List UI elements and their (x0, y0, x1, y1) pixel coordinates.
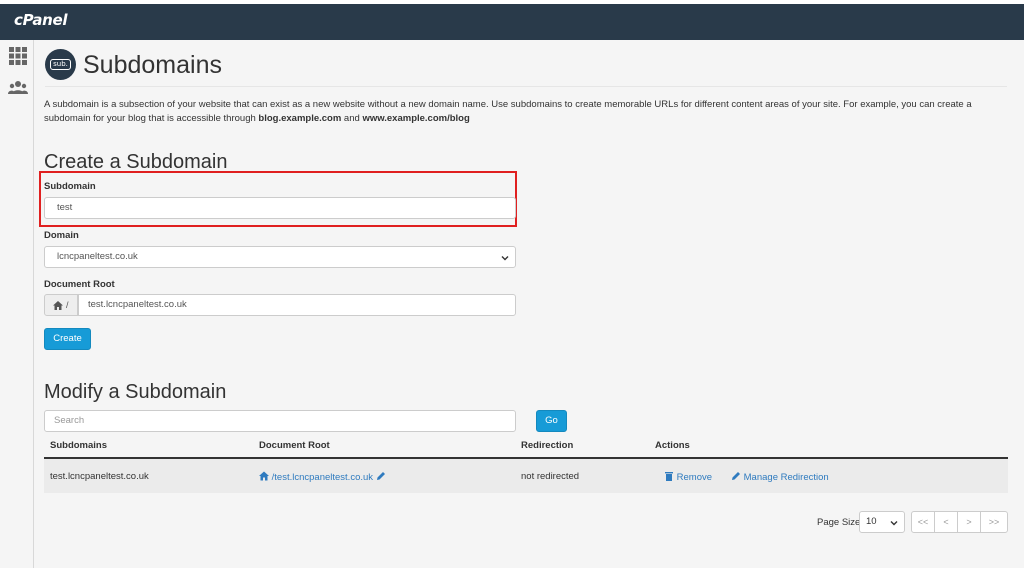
page-size-label: Page Size (817, 517, 861, 528)
search-input[interactable]: Search (44, 410, 516, 432)
manage-redirection-link-text: Manage Redirection (743, 472, 829, 483)
pencil-icon (731, 471, 741, 481)
first-page-button[interactable]: << (911, 511, 935, 533)
document-root-input[interactable]: test.lcncpaneltest.co.uk (78, 294, 516, 316)
domain-label: Domain (44, 230, 79, 241)
users-icon[interactable] (8, 78, 28, 98)
description-and: and (341, 113, 363, 124)
subdomains-app-icon-label: sub. (50, 59, 71, 70)
document-root-label: Document Root (44, 279, 115, 290)
create-subdomain-heading: Create a Subdomain (44, 151, 228, 173)
pencil-icon[interactable] (376, 471, 386, 481)
side-nav (0, 40, 34, 568)
remove-link-text: Remove (676, 472, 713, 483)
trash-icon (664, 471, 674, 481)
subdomains-app-icon: sub. (45, 49, 76, 80)
top-bar: cPanel (0, 0, 1024, 40)
document-root-slash: / (66, 300, 69, 310)
subdomain-cell: test.lcncpaneltest.co.uk (50, 471, 149, 482)
domain-select-value: lcncpaneltest.co.uk (57, 251, 138, 262)
main-content: sub. Subdomains A subdomain is a subsect… (34, 40, 1024, 568)
last-page-button[interactable]: >> (980, 511, 1008, 533)
previous-page-button[interactable]: < (934, 511, 958, 533)
go-button[interactable]: Go (536, 410, 567, 432)
home-icon (53, 301, 63, 310)
page-size-value: 10 (866, 516, 877, 527)
column-header-subdomains[interactable]: Subdomains (50, 440, 107, 451)
apps-grid-icon[interactable] (8, 46, 28, 66)
column-header-document-root[interactable]: Document Root (259, 440, 330, 451)
chevron-down-icon (890, 521, 898, 526)
modify-subdomain-heading: Modify a Subdomain (44, 381, 227, 403)
document-root-link-text: /test.lcncpaneltest.co.uk (271, 472, 374, 483)
home-icon (259, 471, 269, 481)
chevron-down-icon (501, 256, 509, 261)
redirection-cell: not redirected (521, 471, 580, 482)
next-page-button[interactable]: > (957, 511, 981, 533)
manage-redirection-link[interactable]: Manage Redirection (731, 471, 829, 483)
description-text: A subdomain is a subsection of your webs… (44, 99, 972, 124)
document-root-prefix: / (44, 294, 78, 316)
create-button[interactable]: Create (44, 328, 91, 350)
document-root-link[interactable]: /test.lcncpaneltest.co.uk (259, 471, 386, 483)
column-header-actions: Actions (655, 440, 690, 451)
subdomain-input[interactable]: test (44, 197, 516, 219)
remove-link[interactable]: Remove (664, 471, 712, 483)
column-header-redirection[interactable]: Redirection (521, 440, 573, 451)
page-title: Subdomains (83, 51, 222, 79)
title-divider (45, 86, 1007, 87)
example-blog-path: www.example.com/blog (362, 113, 470, 124)
cpanel-logo[interactable]: cPanel (14, 11, 68, 29)
page-description: A subdomain is a subsection of your webs… (44, 98, 1004, 126)
domain-select[interactable]: lcncpaneltest.co.uk (44, 246, 516, 268)
page-size-select[interactable]: 10 (859, 511, 905, 533)
subdomain-label: Subdomain (44, 181, 96, 192)
example-blog-subdomain: blog.example.com (258, 113, 342, 124)
